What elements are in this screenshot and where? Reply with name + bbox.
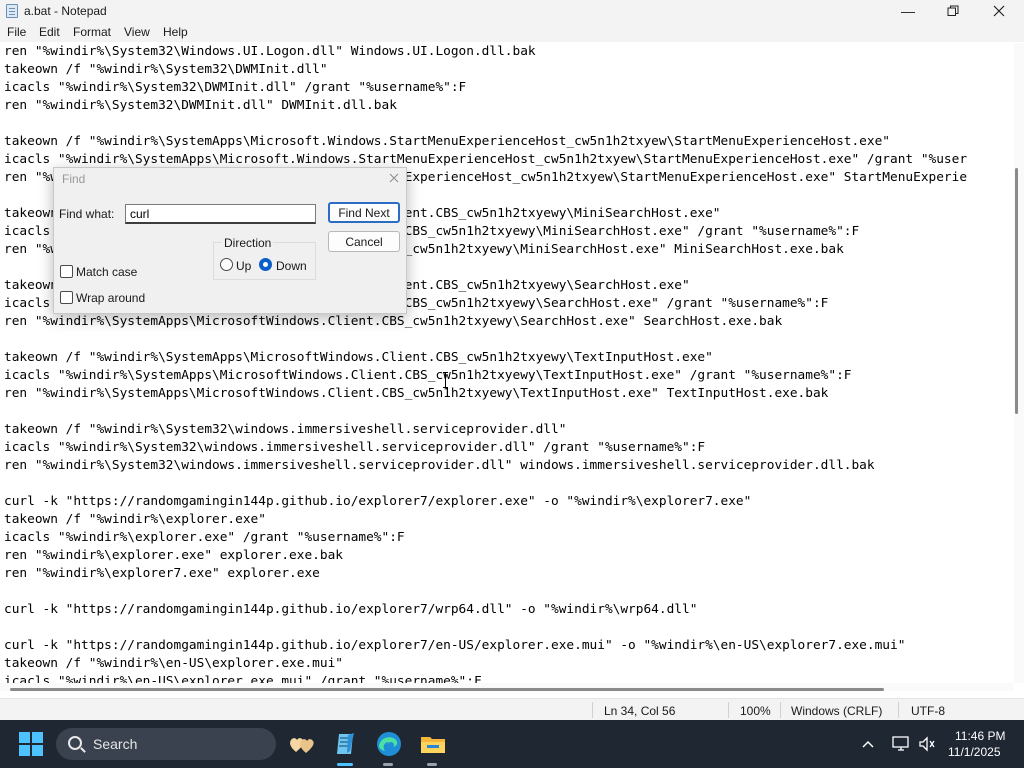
menu-bar: File Edit Format View Help bbox=[0, 22, 1024, 42]
widgets-hearts-icon[interactable] bbox=[287, 730, 315, 758]
text-editor[interactable]: ren "%windir%\System32\Windows.UI.Logon.… bbox=[0, 43, 1014, 683]
active-app-indicator bbox=[337, 763, 353, 766]
start-button[interactable] bbox=[19, 732, 43, 756]
windows-logo-icon bbox=[19, 732, 30, 743]
taskbar-search-label: Search bbox=[93, 736, 138, 752]
editor-line: ren "%windir%\System32\DWMInit.dll" DWMI… bbox=[4, 98, 397, 113]
editor-line: icacls "%windir%\System32\DWMInit.dll" /… bbox=[4, 80, 467, 95]
cancel-button[interactable]: Cancel bbox=[328, 231, 400, 252]
editor-line: ren "%windir%\SystemApps\MicrosoftWindow… bbox=[4, 386, 829, 401]
editor-line: ren "%windir%\System32\Windows.UI.Logon.… bbox=[4, 44, 536, 59]
status-zoom: 100% bbox=[740, 704, 771, 718]
editor-line: icacls "%windir%\System32\windows.immers… bbox=[4, 440, 706, 455]
status-encoding: UTF-8 bbox=[911, 704, 945, 718]
maximize-button[interactable] bbox=[930, 0, 976, 22]
edge-browser-icon[interactable] bbox=[375, 730, 403, 758]
volume-muted-icon[interactable] bbox=[918, 736, 936, 752]
editor-line: icacls "%windir%\en-US\explorer.exe.mui"… bbox=[4, 674, 482, 683]
taskbar-clock-date[interactable]: 11/1/2025 bbox=[948, 745, 1001, 759]
status-line-endings: Windows (CRLF) bbox=[791, 704, 883, 718]
network-icon[interactable] bbox=[892, 736, 910, 752]
menu-file[interactable]: File bbox=[7, 25, 26, 39]
editor-line: icacls "%windir%\SystemApps\MicrosoftWin… bbox=[4, 368, 852, 383]
wrap-around-label: Wrap around bbox=[76, 291, 146, 305]
close-icon bbox=[993, 5, 1005, 17]
editor-line: takeown /f "%windir%\System32\windows.im… bbox=[4, 422, 567, 437]
editor-line: takeown /f "%windir%\explorer.exe" bbox=[4, 512, 266, 527]
windows-logo-icon bbox=[19, 745, 30, 756]
menu-edit[interactable]: Edit bbox=[39, 25, 60, 39]
windows-logo-icon bbox=[32, 732, 43, 743]
restore-icon bbox=[947, 5, 959, 16]
editor-line: takeown /f "%windir%\SystemApps\Microsof… bbox=[4, 350, 713, 365]
wrap-around-checkbox[interactable] bbox=[60, 291, 73, 304]
chevron-up-icon[interactable] bbox=[862, 739, 874, 749]
editor-line: icacls "%windir%\explorer.exe" /grant "%… bbox=[4, 530, 405, 545]
close-button[interactable] bbox=[976, 0, 1022, 22]
direction-label: Direction bbox=[222, 236, 274, 250]
direction-up-radio[interactable] bbox=[220, 258, 233, 271]
match-case-checkbox[interactable] bbox=[60, 265, 73, 278]
notepad-icon bbox=[6, 4, 18, 18]
minimize-button[interactable]: — bbox=[885, 0, 931, 22]
windows-logo-icon bbox=[32, 745, 43, 756]
editor-content[interactable]: ren "%windir%\System32\Windows.UI.Logon.… bbox=[4, 43, 967, 683]
status-divider bbox=[780, 702, 781, 718]
editor-line: takeown /f "%windir%\SystemApps\Microsof… bbox=[4, 134, 891, 149]
taskbar-clock-time[interactable]: 11:46 PM bbox=[955, 729, 1005, 743]
taskbar-search-box[interactable] bbox=[56, 728, 276, 760]
horizontal-scroll-thumb[interactable] bbox=[10, 688, 884, 691]
window-title: a.bat - Notepad bbox=[24, 4, 107, 18]
status-divider bbox=[898, 702, 899, 718]
menu-help[interactable]: Help bbox=[163, 25, 188, 39]
direction-down-label: Down bbox=[276, 259, 307, 273]
direction-up-label: Up bbox=[236, 259, 252, 273]
find-dialog-title: Find bbox=[62, 172, 86, 186]
running-app-indicator bbox=[427, 763, 437, 766]
menu-view[interactable]: View bbox=[124, 25, 150, 39]
find-close-button[interactable] bbox=[384, 168, 404, 188]
editor-line: curl -k "https://randomgamingin144p.gith… bbox=[4, 494, 752, 509]
editor-line: ren "%windir%\explorer7.exe" explorer.ex… bbox=[4, 566, 320, 581]
status-bar: Ln 34, Col 56 100% Windows (CRLF) UTF-8 bbox=[0, 698, 1024, 720]
match-case-label: Match case bbox=[76, 265, 138, 279]
editor-line: takeown /f "%windir%\en-US\explorer.exe.… bbox=[4, 656, 343, 671]
title-bar: a.bat - Notepad — bbox=[0, 0, 1024, 22]
menu-format[interactable]: Format bbox=[73, 25, 111, 39]
status-divider bbox=[728, 702, 729, 718]
editor-line: takeown /f "%windir%\System32\DWMInit.dl… bbox=[4, 62, 328, 77]
search-icon bbox=[68, 736, 82, 750]
find-what-label: Find what: bbox=[59, 207, 115, 221]
status-divider bbox=[592, 702, 593, 718]
close-icon bbox=[389, 173, 399, 183]
direction-down-radio[interactable] bbox=[259, 258, 272, 271]
editor-line: ren "%windir%\SystemApps\MicrosoftWindow… bbox=[4, 314, 783, 329]
status-position: Ln 34, Col 56 bbox=[604, 704, 676, 718]
find-dialog: Find Find what: Find Next Cancel Directi… bbox=[53, 167, 407, 314]
editor-line: curl -k "https://randomgamingin144p.gith… bbox=[4, 638, 906, 653]
vertical-scroll-thumb[interactable] bbox=[1015, 168, 1018, 414]
editor-line: ren "%windir%\System32\windows.immersive… bbox=[4, 458, 875, 473]
editor-line: curl -k "https://randomgamingin144p.gith… bbox=[4, 602, 698, 617]
editor-line: ren "%windir%\explorer.exe" explorer.exe… bbox=[4, 548, 343, 563]
notepad-taskbar-icon[interactable] bbox=[331, 730, 359, 758]
ibeam-cursor-icon bbox=[443, 372, 448, 388]
find-what-input[interactable] bbox=[125, 204, 316, 224]
file-explorer-icon[interactable] bbox=[419, 730, 447, 758]
running-app-indicator bbox=[383, 763, 393, 766]
find-next-button[interactable]: Find Next bbox=[328, 202, 400, 223]
